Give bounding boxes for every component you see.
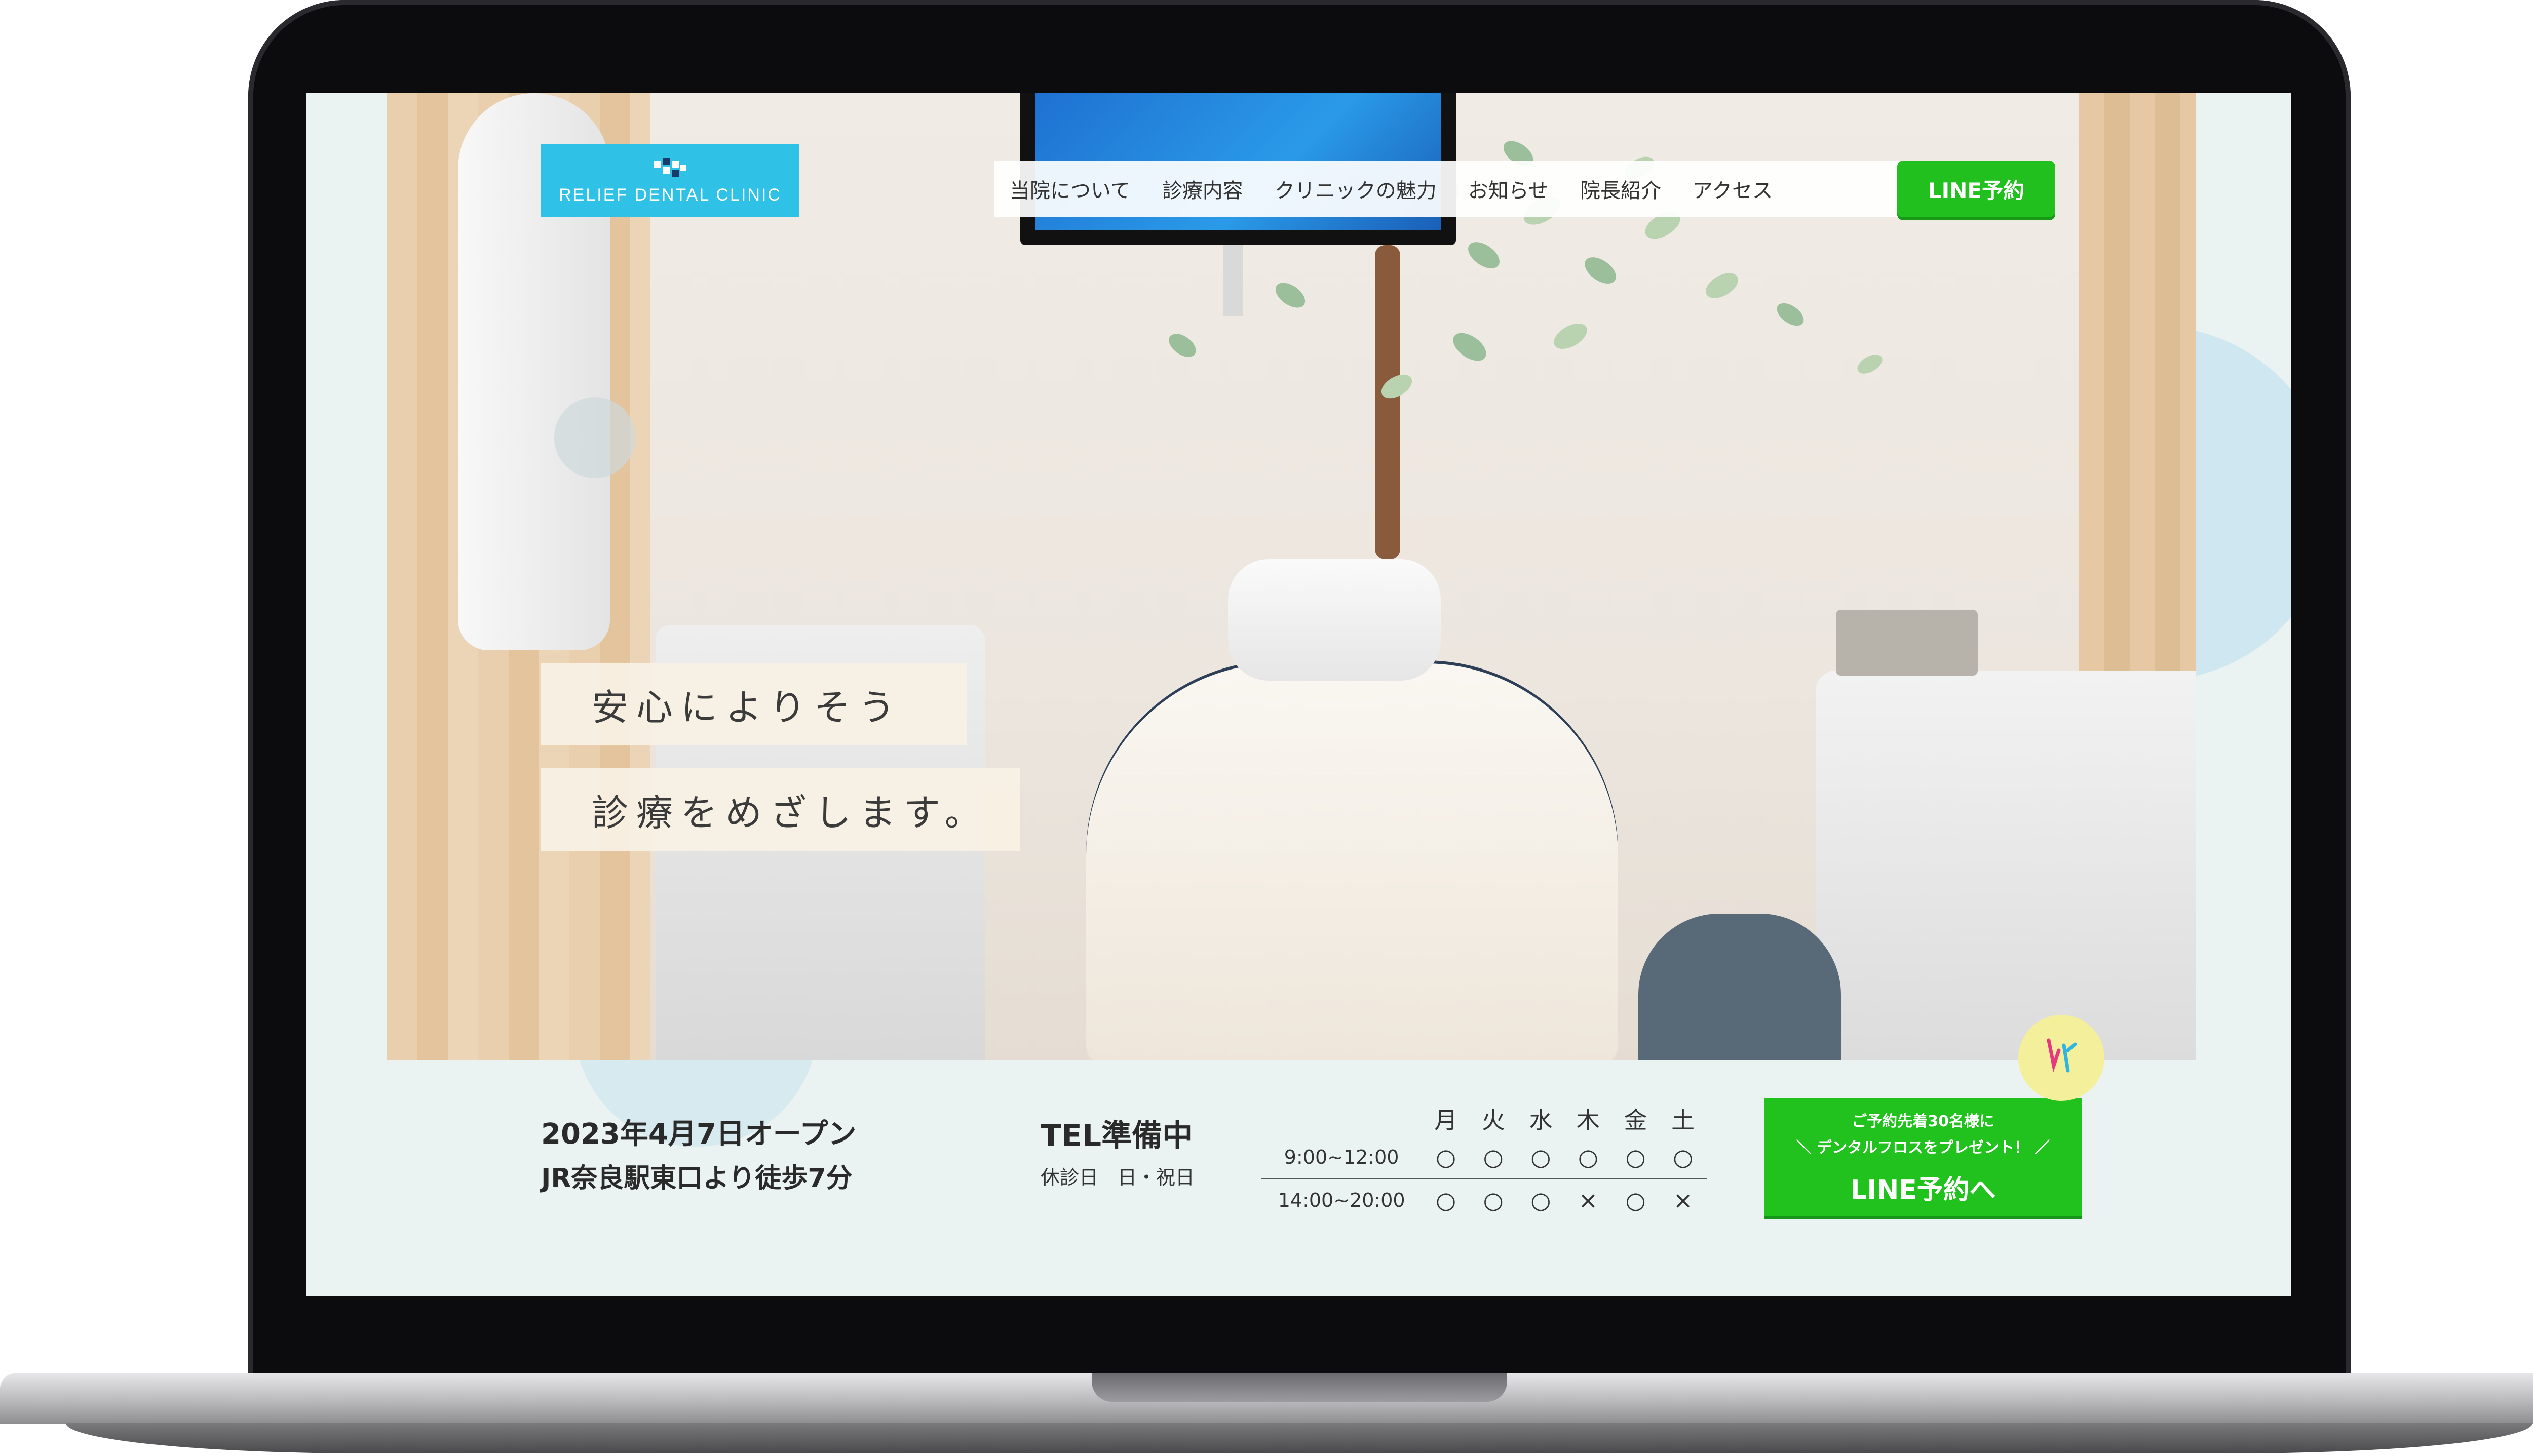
- site-logo[interactable]: RELIEF DENTAL CLINIC: [541, 144, 799, 217]
- nav-item-access[interactable]: アクセス: [1677, 174, 1788, 204]
- leaf-decal: [1271, 278, 1310, 313]
- hours-row-morning: 9:00~12:00 ○ ○ ○ ○ ○ ○: [1261, 1136, 1707, 1178]
- hero-catch-line-2: 診療をめざします。: [541, 768, 1020, 851]
- laptop-bottom: [66, 1423, 2532, 1453]
- nav-item-treatment[interactable]: 診療内容: [1146, 174, 1259, 204]
- closed-days: 休診日 日・祝日: [1041, 1166, 1195, 1189]
- day-fri: 金: [1624, 1107, 1647, 1134]
- hero-catch-line-1: 安心によりそう: [541, 663, 967, 745]
- main-nav: 当院について 診療内容 クリニックの魅力 お知らせ 院長紹介 アクセス LINE…: [994, 161, 2055, 217]
- cta-main-label: LINE予約へ: [1850, 1174, 1996, 1205]
- hours-mark: ○: [1436, 1144, 1456, 1171]
- hours-header-row: 月 火 水 木 金 土: [1261, 1101, 1707, 1136]
- nav-item-news[interactable]: お知らせ: [1452, 174, 1564, 204]
- hours-mark: ○: [1483, 1144, 1504, 1171]
- leaf-decal: [1773, 298, 1808, 331]
- chair-armrest: [1638, 914, 1841, 1060]
- leaf-decal: [1854, 350, 1886, 378]
- hours-mark: ×: [1673, 1187, 1693, 1214]
- hours-mark: ○: [1530, 1187, 1551, 1214]
- leaf-decal: [1549, 318, 1592, 355]
- day-mon: 月: [1434, 1107, 1458, 1134]
- hours-mark: ○: [1483, 1187, 1504, 1214]
- leaf-decal: [1463, 237, 1505, 274]
- chair-headrest: [1228, 559, 1441, 681]
- day-tue: 火: [1481, 1107, 1505, 1134]
- tree-decal: [1375, 245, 1400, 559]
- laptop-screen: RELIEF DENTAL CLINIC 当院について 診療内容 クリニックの魅…: [306, 93, 2291, 1296]
- hours-time: 9:00~12:00: [1284, 1146, 1399, 1168]
- dental-lamp: [554, 397, 635, 478]
- logo-text: RELIEF DENTAL CLINIC: [559, 185, 782, 205]
- leaf-decal: [1448, 327, 1491, 367]
- hours-time: 14:00~20:00: [1278, 1189, 1405, 1211]
- hours-mark: ○: [1436, 1187, 1456, 1214]
- nav-item-about[interactable]: 当院について: [994, 174, 1146, 204]
- line-cta-button[interactable]: ご予約先着30名様に ＼ デンタルフロスをプレゼント！ ／ LINE予約へ: [1764, 1098, 2082, 1216]
- dental-chair: [1086, 660, 1618, 1060]
- line-reservation-button[interactable]: LINE予約: [1897, 161, 2055, 217]
- hours-mark: ○: [1625, 1144, 1646, 1171]
- laptop-notch: [1092, 1373, 1507, 1402]
- leaf-decal: [1580, 252, 1621, 289]
- tel-info: TEL準備中: [1041, 1118, 1193, 1154]
- monitor-arm: [1223, 245, 1243, 316]
- hero-image: [387, 93, 2196, 1060]
- hours-row-afternoon: 14:00~20:00 ○ ○ ○ × ○ ×: [1261, 1179, 1707, 1221]
- nav-item-features[interactable]: クリニックの魅力: [1259, 174, 1452, 204]
- nav-item-director[interactable]: 院長紹介: [1564, 174, 1677, 204]
- tray-box: [1836, 610, 1978, 676]
- cta-subtext: ＼ デンタルフロスをプレゼント！ ／: [1796, 1138, 2050, 1157]
- day-sat: 土: [1671, 1107, 1695, 1134]
- hours-mark: ○: [1625, 1187, 1646, 1214]
- hours-mark: ○: [1530, 1144, 1551, 1171]
- dental-floss-icon: [2018, 1015, 2104, 1101]
- hours-mark: ×: [1578, 1187, 1598, 1214]
- cta-subtext: ご予約先着30名様に: [1852, 1112, 1994, 1130]
- day-thu: 木: [1576, 1107, 1600, 1134]
- hours-table: 月 火 水 木 金 土 9:00~12:00 ○ ○ ○ ○ ○ ○ 14:00…: [1261, 1101, 1707, 1221]
- instrument-tray: [1816, 671, 2196, 1060]
- day-wed: 水: [1529, 1107, 1553, 1134]
- leaf-decal: [1165, 329, 1200, 362]
- leaf-decal: [1701, 268, 1743, 303]
- access-info: JR奈良駅東口より徒歩7分: [541, 1163, 853, 1194]
- floss-glyph-icon: [2047, 1038, 2077, 1073]
- logo-mark-icon: [654, 158, 686, 177]
- hours-mark: ○: [1673, 1144, 1694, 1171]
- hours-mark: ○: [1578, 1144, 1598, 1171]
- open-date: 2023年4月7日オープン: [541, 1118, 857, 1151]
